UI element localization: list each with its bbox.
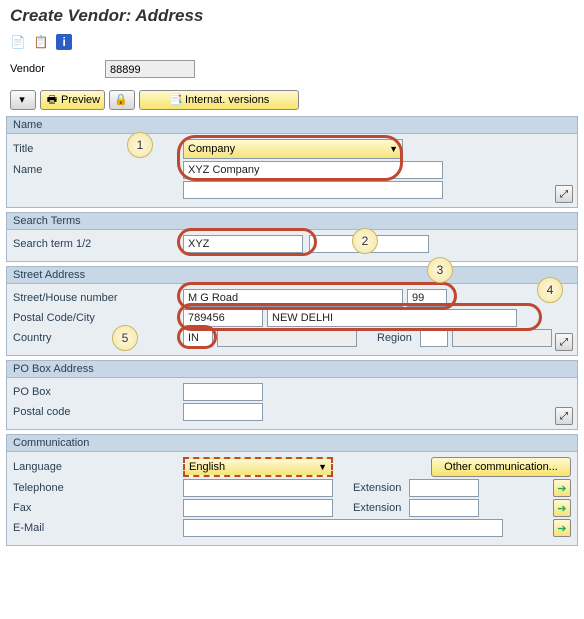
internat-versions-label: Internat. versions bbox=[185, 94, 269, 106]
section-street: Street Address Street/House number Posta… bbox=[6, 266, 578, 356]
country-input[interactable] bbox=[183, 329, 213, 347]
title-select-value: Company bbox=[188, 143, 235, 155]
more-telephone-button[interactable]: ➔ bbox=[553, 479, 571, 497]
vendor-field: 88899 bbox=[105, 60, 195, 78]
po-postal-input[interactable] bbox=[183, 403, 263, 421]
chevron-down-icon: ▼ bbox=[383, 144, 398, 154]
section-communication: Communication Language English ▼ Other c… bbox=[6, 434, 578, 546]
title-label: Title bbox=[13, 143, 183, 155]
section-name-header: Name bbox=[7, 117, 577, 134]
name-input[interactable] bbox=[183, 161, 443, 179]
language-select-value: English bbox=[189, 461, 225, 473]
lock-icon: 🔒 bbox=[114, 93, 128, 107]
fax-input[interactable] bbox=[183, 499, 333, 517]
fax-extension-label: Extension bbox=[353, 502, 401, 514]
email-label: E-Mail bbox=[13, 522, 183, 534]
expand-button[interactable]: ⤢ bbox=[555, 333, 573, 351]
po-postal-label: Postal code bbox=[13, 406, 183, 418]
page-title: Create Vendor: Address bbox=[0, 0, 584, 30]
other-communication-label: Other communication... bbox=[444, 461, 558, 473]
section-comm-header: Communication bbox=[7, 435, 577, 452]
more-fax-button[interactable]: ➔ bbox=[553, 499, 571, 517]
section-pobox: PO Box Address PO Box Postal code ⤢ bbox=[6, 360, 578, 430]
vendor-label: Vendor bbox=[10, 63, 105, 75]
postal-city-label: Postal Code/City bbox=[13, 312, 183, 324]
country-desc-input bbox=[217, 329, 357, 347]
tel-extension-input[interactable] bbox=[409, 479, 479, 497]
fax-extension-input[interactable] bbox=[409, 499, 479, 517]
region-desc-input bbox=[452, 329, 552, 347]
tel-extension-label: Extension bbox=[353, 482, 401, 494]
fax-label: Fax bbox=[13, 502, 183, 514]
section-search-header: Search Terms bbox=[7, 213, 577, 230]
command-bar: ▾ 🖶 Preview 🔒 📑 Internat. versions bbox=[0, 84, 584, 116]
file-icon[interactable]: 📄 bbox=[10, 34, 26, 50]
postal-code-input[interactable] bbox=[183, 309, 263, 327]
telephone-input[interactable] bbox=[183, 479, 333, 497]
preview-button-label: Preview bbox=[61, 94, 100, 106]
chevron-down-icon: ▾ bbox=[15, 93, 29, 107]
lock-button[interactable]: 🔒 bbox=[109, 90, 135, 110]
internat-versions-button[interactable]: 📑 Internat. versions bbox=[139, 90, 299, 110]
language-label: Language bbox=[13, 461, 183, 473]
search-term-label: Search term 1/2 bbox=[13, 238, 183, 250]
more-email-button[interactable]: ➔ bbox=[553, 519, 571, 537]
expand-button[interactable]: ⤢ bbox=[555, 185, 573, 203]
name-input-2[interactable] bbox=[183, 181, 443, 199]
print-icon: 🖶 bbox=[45, 93, 59, 107]
vendor-row: Vendor 88899 bbox=[0, 54, 584, 84]
chevron-down-icon: ▼ bbox=[312, 462, 327, 472]
region-label: Region bbox=[377, 332, 412, 344]
street-label: Street/House number bbox=[13, 292, 183, 304]
section-search: Search Terms Search term 1/2 2 bbox=[6, 212, 578, 262]
search-term-input-1[interactable] bbox=[183, 235, 303, 253]
info-icon[interactable]: i bbox=[56, 34, 72, 50]
expand-button[interactable]: ⤢ bbox=[555, 407, 573, 425]
title-select[interactable]: Company ▼ bbox=[183, 139, 403, 159]
search-term-input-2[interactable] bbox=[309, 235, 429, 253]
street-input[interactable] bbox=[183, 289, 403, 307]
po-box-label: PO Box bbox=[13, 386, 183, 398]
language-select[interactable]: English ▼ bbox=[183, 457, 333, 477]
toolbar-icons: 📄 📋 i bbox=[0, 30, 584, 54]
copy-icon: 📑 bbox=[169, 93, 183, 107]
house-number-input[interactable] bbox=[407, 289, 447, 307]
preview-button[interactable]: 🖶 Preview bbox=[40, 90, 105, 110]
country-label: Country bbox=[13, 332, 183, 344]
city-input[interactable] bbox=[267, 309, 517, 327]
section-name: Name Title Company ▼ Name ⤢ 1 bbox=[6, 116, 578, 208]
telephone-label: Telephone bbox=[13, 482, 183, 494]
section-street-header: Street Address bbox=[7, 267, 577, 284]
po-box-input[interactable] bbox=[183, 383, 263, 401]
name-label: Name bbox=[13, 164, 183, 176]
menu-button[interactable]: ▾ bbox=[10, 90, 36, 110]
region-input[interactable] bbox=[420, 329, 448, 347]
section-pobox-header: PO Box Address bbox=[7, 361, 577, 378]
other-communication-button[interactable]: Other communication... bbox=[431, 457, 571, 477]
email-input[interactable] bbox=[183, 519, 503, 537]
document-icon[interactable]: 📋 bbox=[33, 34, 49, 50]
